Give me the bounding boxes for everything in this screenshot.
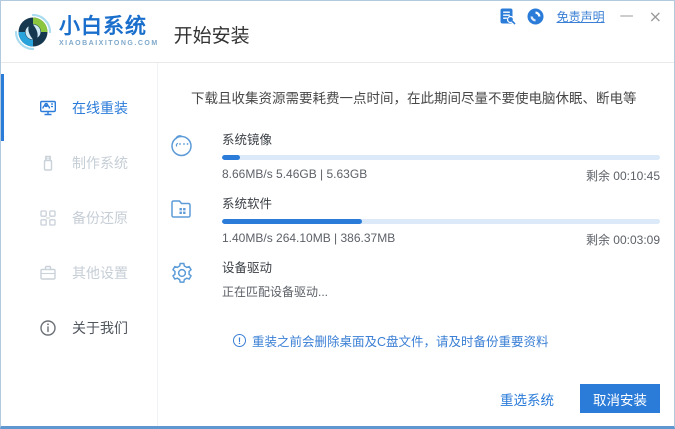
sidebar-item-about-us[interactable]: 关于我们 <box>1 300 157 355</box>
task-stats: 1.40MB/s 264.10MB | 386.37MB <box>222 231 396 245</box>
body-row: 在线重装 制作系统 备份还原 其他设置 关于我们 下载且收集资源需要耗费一点时间… <box>1 63 674 426</box>
minimize-button[interactable]: — <box>618 8 636 25</box>
info-circle-icon <box>38 318 58 338</box>
titlebar-controls: 免责声明 — × <box>499 8 664 25</box>
progress-bar-system-image <box>222 155 660 160</box>
warning-circle-icon: ! <box>233 334 246 347</box>
task-remaining: 剩余 00:03:09 <box>585 233 660 247</box>
close-button[interactable]: × <box>647 8 664 25</box>
task-remaining: 剩余 00:10:45 <box>585 169 660 183</box>
cancel-install-button[interactable]: 取消安装 <box>580 384 660 413</box>
sidebar-item-label: 其他设置 <box>72 264 128 281</box>
titlebar: 小白系统 XIAOBAIXITONG.COM 开始安装 免责声明 — × <box>1 1 674 63</box>
progress-fill <box>222 155 240 160</box>
warning-text: 重装之前会删除桌面及C盘文件，请及时备份重要资料 <box>252 335 549 349</box>
logo-subtitle: XIAOBAIXITONG.COM <box>59 40 159 47</box>
task-status: 正在匹配设备驱动... <box>222 285 329 299</box>
task-stats: 8.66MB/s 5.46GB | 5.63GB <box>222 167 368 181</box>
sidebar-item-label: 关于我们 <box>72 319 128 336</box>
reselect-system-button[interactable]: 重选系统 <box>500 389 554 409</box>
task-row-system-image: 系统镜像 8.66MB/s 5.46GB | 5.63GB 剩余 00:10:4… <box>168 129 660 184</box>
sidebar-item-make-system[interactable]: 制作系统 <box>1 135 157 190</box>
app-logo: 小白系统 XIAOBAIXITONG.COM <box>14 13 159 51</box>
logo-title: 小白系统 <box>59 15 147 38</box>
logo-text: 小白系统 XIAOBAIXITONG.COM <box>59 16 159 47</box>
task-row-device-driver: 设备驱动 正在匹配设备驱动... <box>168 257 660 300</box>
disclaimer-link[interactable]: 免责声明 <box>557 8 605 25</box>
task-name: 系统镜像 <box>222 133 273 147</box>
task-row-system-software: 系统软件 1.40MB/s 264.10MB | 386.37MB 剩余 00:… <box>168 193 660 248</box>
footer-actions: 重选系统 取消安装 <box>500 384 660 413</box>
mascot-face-icon <box>168 131 196 159</box>
usb-drive-icon <box>38 153 58 173</box>
report-document-icon[interactable] <box>499 8 516 25</box>
briefcase-icon <box>38 263 58 283</box>
brand-mini-icon[interactable] <box>527 8 544 25</box>
warning-message: ! 重装之前会删除桌面及C盘文件，请及时备份重要资料 <box>233 331 549 350</box>
download-tip-text: 下载且收集资源需要耗费一点时间，在此期间尽量不要使电脑休眠、断电等 <box>191 91 637 106</box>
sidebar-item-label: 制作系统 <box>72 154 128 171</box>
task-name: 系统软件 <box>222 197 273 211</box>
folder-apps-icon <box>168 195 196 223</box>
progress-bar-system-software <box>222 219 660 224</box>
sidebar-item-label: 在线重装 <box>72 99 128 116</box>
backup-grid-icon <box>38 208 58 228</box>
main-content: 下载且收集资源需要耗费一点时间，在此期间尽量不要使电脑休眠、断电等 系统镜像 8… <box>158 63 674 426</box>
monitor-reinstall-icon <box>38 98 58 118</box>
task-name: 设备驱动 <box>222 261 273 275</box>
brand-swirl-logo-icon <box>14 13 52 51</box>
sidebar-item-online-reinstall[interactable]: 在线重装 <box>1 74 157 141</box>
task-list: 系统镜像 8.66MB/s 5.46GB | 5.63GB 剩余 00:10:4… <box>168 129 660 300</box>
app-window: 小白系统 XIAOBAIXITONG.COM 开始安装 免责声明 — × 在线重… <box>0 0 675 429</box>
sidebar-item-label: 备份还原 <box>72 209 128 226</box>
sidebar-item-backup-restore[interactable]: 备份还原 <box>1 190 157 245</box>
sidebar-item-other-settings[interactable]: 其他设置 <box>1 245 157 300</box>
gear-icon <box>168 259 196 287</box>
progress-fill <box>222 219 363 224</box>
page-title: 开始安装 <box>173 26 250 47</box>
sidebar: 在线重装 制作系统 备份还原 其他设置 关于我们 <box>1 63 158 426</box>
